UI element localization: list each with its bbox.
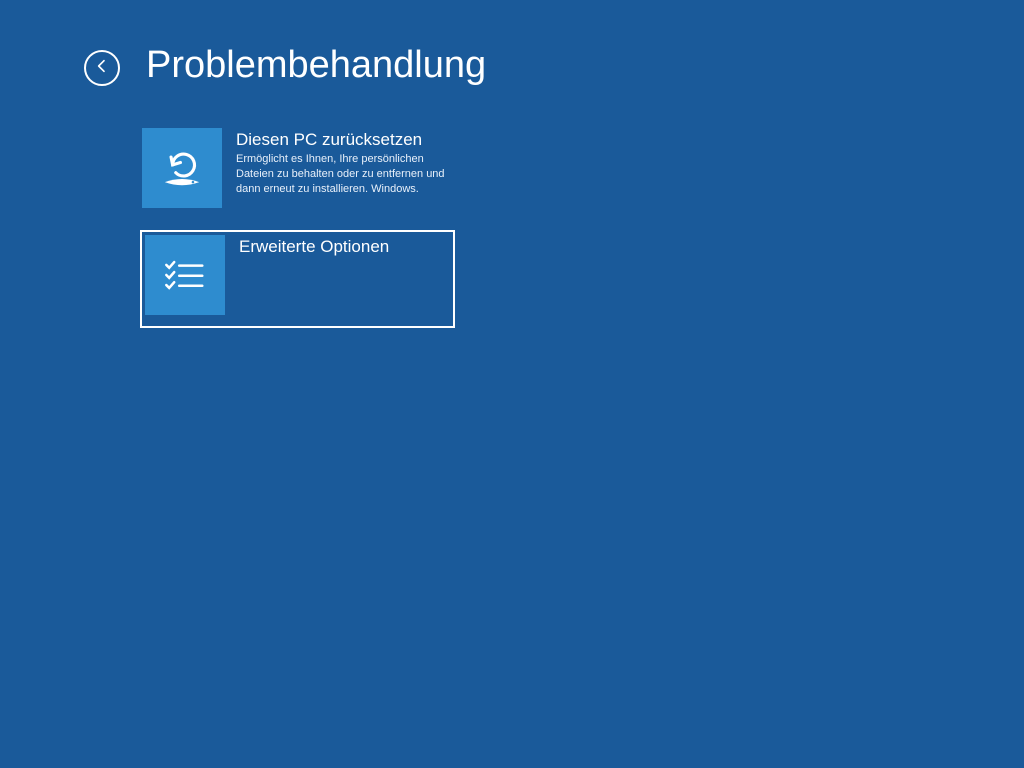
options-list: Diesen PC zurücksetzen Ermöglicht es Ihn… [140,126,455,334]
option-text: Diesen PC zurücksetzen Ermöglicht es Ihn… [222,128,453,197]
reset-pc-icon [142,128,222,208]
back-arrow-icon [94,58,110,79]
option-advanced-options[interactable]: Erweiterte Optionen [140,230,455,328]
option-text: Erweiterte Optionen [225,235,450,259]
option-reset-pc[interactable]: Diesen PC zurücksetzen Ermöglicht es Ihn… [140,126,455,224]
checklist-icon [145,235,225,315]
page-title: Problembehandlung [146,46,486,84]
page-header: Problembehandlung [84,44,486,86]
option-description: Ermöglicht es Ihnen, Ihre persönlichen D… [236,152,453,197]
back-button[interactable] [84,50,120,86]
option-title: Diesen PC zurücksetzen [236,130,453,150]
option-title: Erweiterte Optionen [239,237,450,257]
